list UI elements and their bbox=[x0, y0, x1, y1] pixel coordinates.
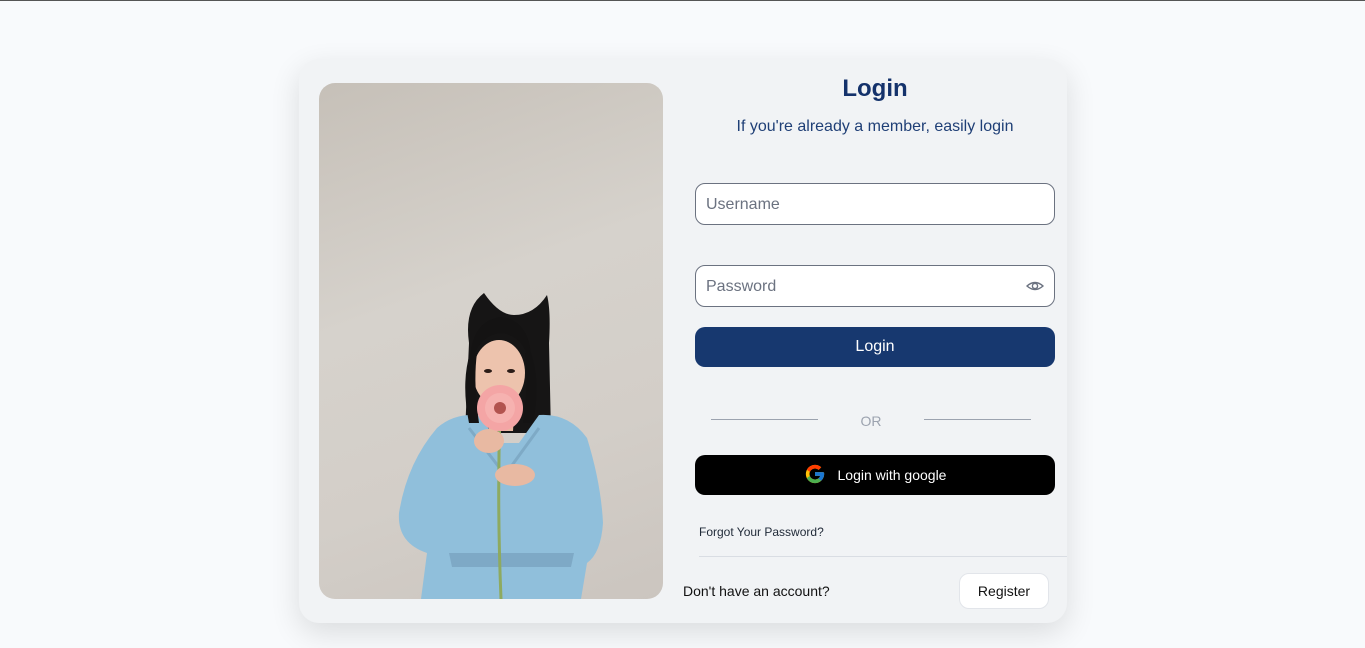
or-divider-right bbox=[924, 419, 1031, 420]
username-field[interactable] bbox=[695, 183, 1055, 226]
login-illustration-photo bbox=[319, 83, 663, 599]
login-title: Login bbox=[842, 75, 908, 102]
password-field[interactable] bbox=[695, 265, 1055, 308]
google-login-label: Login with google bbox=[837, 467, 947, 483]
eye-icon[interactable] bbox=[1025, 278, 1045, 294]
register-button[interactable]: Register bbox=[959, 573, 1049, 609]
or-divider-left bbox=[711, 419, 818, 420]
password-input[interactable] bbox=[704, 266, 1018, 308]
forgot-password-link[interactable]: Forgot Your Password? bbox=[699, 525, 824, 539]
login-button[interactable]: Login bbox=[695, 327, 1055, 367]
or-separator-text: OR bbox=[860, 413, 882, 429]
google-logo-icon bbox=[804, 463, 826, 488]
google-login-button[interactable]: Login with google bbox=[695, 455, 1055, 495]
login-subtitle: If you're already a member, easily login bbox=[736, 118, 1014, 135]
woman-with-flower-image bbox=[398, 293, 603, 599]
username-input[interactable] bbox=[704, 184, 1018, 226]
footer-divider bbox=[699, 556, 1067, 557]
no-account-text: Don't have an account? bbox=[683, 583, 830, 599]
top-border bbox=[0, 0, 1365, 1]
login-card: Login If you're already a member, easily… bbox=[299, 59, 1067, 623]
